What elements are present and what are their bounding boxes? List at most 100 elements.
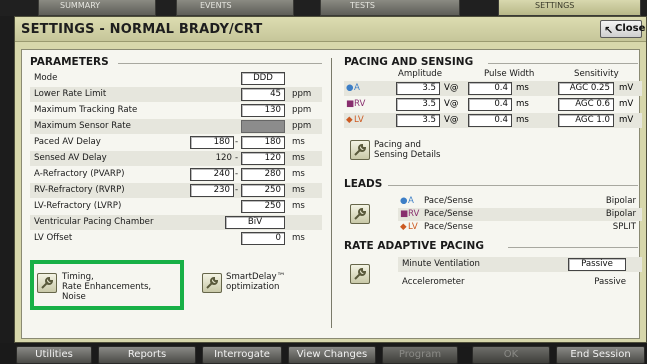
sensitivity-lv-field[interactable]: AGC 1.0: [558, 114, 614, 127]
param-unit: ppm: [292, 89, 312, 99]
pacing-details-button[interactable]: [350, 140, 370, 160]
utilities-button[interactable]: Utilities: [16, 346, 92, 364]
smartdelay-button[interactable]: [202, 273, 222, 293]
close-button[interactable]: ↖ Close: [600, 20, 645, 38]
program-button[interactable]: Program: [382, 346, 458, 364]
smartdelay-button-label[interactable]: SmartDelay™ optimization: [226, 272, 285, 292]
lead-chamber: RV: [408, 209, 420, 219]
range-dash: -: [235, 137, 239, 147]
wrench-icon: [206, 276, 219, 289]
param-label: Mode: [34, 73, 58, 83]
tab-summary-label: SUMMARY: [60, 1, 101, 10]
col-sensitivity: Sensitivity: [574, 69, 619, 79]
wrench-icon: [354, 207, 367, 220]
view-changes-button[interactable]: View Changes: [288, 346, 376, 364]
lead-config: Bipolar: [605, 209, 636, 219]
lead-chamber: LV: [408, 222, 418, 232]
lead-function: Pace/Sense: [424, 222, 473, 232]
smartdelay-line2: optimization: [226, 282, 280, 292]
rate-adaptive-button[interactable]: [350, 264, 370, 284]
amp-unit: V@: [444, 83, 459, 93]
col-pulse-width: Pulse Width: [484, 69, 535, 79]
lower-rate-field[interactable]: 45: [241, 88, 285, 101]
reports-button[interactable]: Reports: [98, 346, 196, 364]
amplitude-a-field[interactable]: 3.5: [396, 82, 440, 95]
lv-refractory-field[interactable]: 250: [241, 200, 285, 213]
sensitivity-a-field[interactable]: AGC 0.25: [558, 82, 614, 95]
param-unit: ms: [292, 233, 305, 243]
sensed-av-max-field[interactable]: 120: [241, 152, 285, 165]
pacing-details-line1: Pacing and: [374, 140, 421, 150]
chamber-label: LV: [354, 115, 364, 125]
a-refractory-min-field[interactable]: 240: [190, 168, 234, 181]
tab-events-label: EVENTS: [200, 1, 232, 10]
lead-chamber: A: [408, 196, 414, 206]
pulse-unit: ms: [516, 99, 529, 109]
param-row-vent-chamber: Ventricular Pacing Chamber BiV: [30, 215, 322, 230]
param-row-max-sensor: Maximum Sensor Rate ppm: [30, 119, 322, 134]
pacing-sensing-rule: [488, 63, 638, 64]
param-row-lv-refractory: LV-Refractory (LVRP) 250 ms: [30, 199, 322, 214]
lead-row-a: ● A Pace/Sense Bipolar: [398, 195, 642, 208]
rv-refractory-min-field[interactable]: 230: [190, 184, 234, 197]
pulse-unit: ms: [516, 115, 529, 125]
sens-unit: mV: [619, 83, 634, 93]
param-row-mode: Mode DDD: [30, 71, 322, 86]
vent-chamber-field[interactable]: BiV: [225, 216, 285, 229]
amp-unit: V@: [444, 115, 459, 125]
pulse-rv-field[interactable]: 0.4: [468, 98, 512, 111]
leads-rule: [388, 185, 638, 186]
sensed-av-min-value: 120: [215, 153, 232, 163]
tab-events[interactable]: [176, 0, 294, 16]
lead-config: SPLIT: [612, 222, 636, 232]
param-label: Paced AV Delay: [34, 137, 101, 147]
param-unit: ms: [292, 201, 305, 211]
paced-av-min-field[interactable]: 180: [190, 136, 234, 149]
minute-ventilation-field[interactable]: Passive: [568, 258, 626, 271]
window-titlebar: SETTINGS - NORMAL BRADY/CRT ↖ Close: [15, 17, 646, 42]
rate-adaptive-heading: RATE ADAPTIVE PACING: [344, 240, 484, 252]
accelerometer-value: Passive: [594, 277, 626, 287]
param-unit: ms: [292, 137, 305, 147]
sens-unit: mV: [619, 99, 634, 109]
lv-offset-field[interactable]: 0: [241, 232, 285, 245]
leads-heading: LEADS: [344, 178, 383, 190]
tab-settings-label: SETTINGS: [535, 1, 575, 10]
lv-marker-icon: ◆: [400, 222, 407, 232]
rate-adaptive-rule: [508, 247, 638, 248]
max-tracking-field[interactable]: 130: [241, 104, 285, 117]
pacing-row-lv: ◆ LV 3.5 V@ 0.4 ms AGC 1.0 mV: [344, 113, 642, 128]
leads-button[interactable]: [350, 204, 370, 224]
a-refractory-max-field[interactable]: 280: [241, 168, 285, 181]
tab-tests[interactable]: [320, 0, 460, 16]
pacing-details-label[interactable]: Pacing and Sensing Details: [374, 140, 440, 160]
range-dash: -: [235, 153, 239, 163]
minute-ventilation-row: Minute Ventilation Passive: [398, 257, 642, 272]
pulse-a-field[interactable]: 0.4: [468, 82, 512, 95]
end-session-button[interactable]: End Session: [556, 346, 645, 364]
close-arrow-icon: ↖: [604, 24, 614, 37]
paced-av-max-field[interactable]: 180: [241, 136, 285, 149]
param-row-rv-refractory: RV-Refractory (RVRP) 230 - 250 ms: [30, 183, 322, 198]
range-dash: -: [235, 169, 239, 179]
param-label: Ventricular Pacing Chamber: [34, 217, 154, 227]
sensitivity-rv-field[interactable]: AGC 0.6: [558, 98, 614, 111]
amplitude-rv-field[interactable]: 3.5: [396, 98, 440, 111]
param-row-max-tracking: Maximum Tracking Rate 130 ppm: [30, 103, 322, 118]
ok-button[interactable]: OK: [472, 346, 550, 364]
pacing-row-a: ● A 3.5 V@ 0.4 ms AGC 0.25 mV: [344, 81, 642, 96]
amplitude-lv-field[interactable]: 3.5: [396, 114, 440, 127]
param-row-sensed-av: Sensed AV Delay 120 - 120 ms: [30, 151, 322, 166]
chamber-label: A: [354, 83, 360, 93]
pacing-row-rv: ■ RV 3.5 V@ 0.4 ms AGC 0.6 mV: [344, 97, 642, 112]
param-label: LV Offset: [34, 233, 73, 243]
wrench-icon: [354, 143, 367, 156]
atrial-marker-icon: ●: [346, 83, 354, 93]
rv-refractory-max-field[interactable]: 250: [241, 184, 285, 197]
param-row-a-refractory: A-Refractory (PVARP) 240 - 280 ms: [30, 167, 322, 182]
mode-field[interactable]: DDD: [241, 72, 285, 85]
pacing-sensing-heading: PACING AND SENSING: [344, 56, 474, 68]
interrogate-button[interactable]: Interrogate: [202, 346, 282, 364]
pulse-lv-field[interactable]: 0.4: [468, 114, 512, 127]
param-unit: ms: [292, 169, 305, 179]
